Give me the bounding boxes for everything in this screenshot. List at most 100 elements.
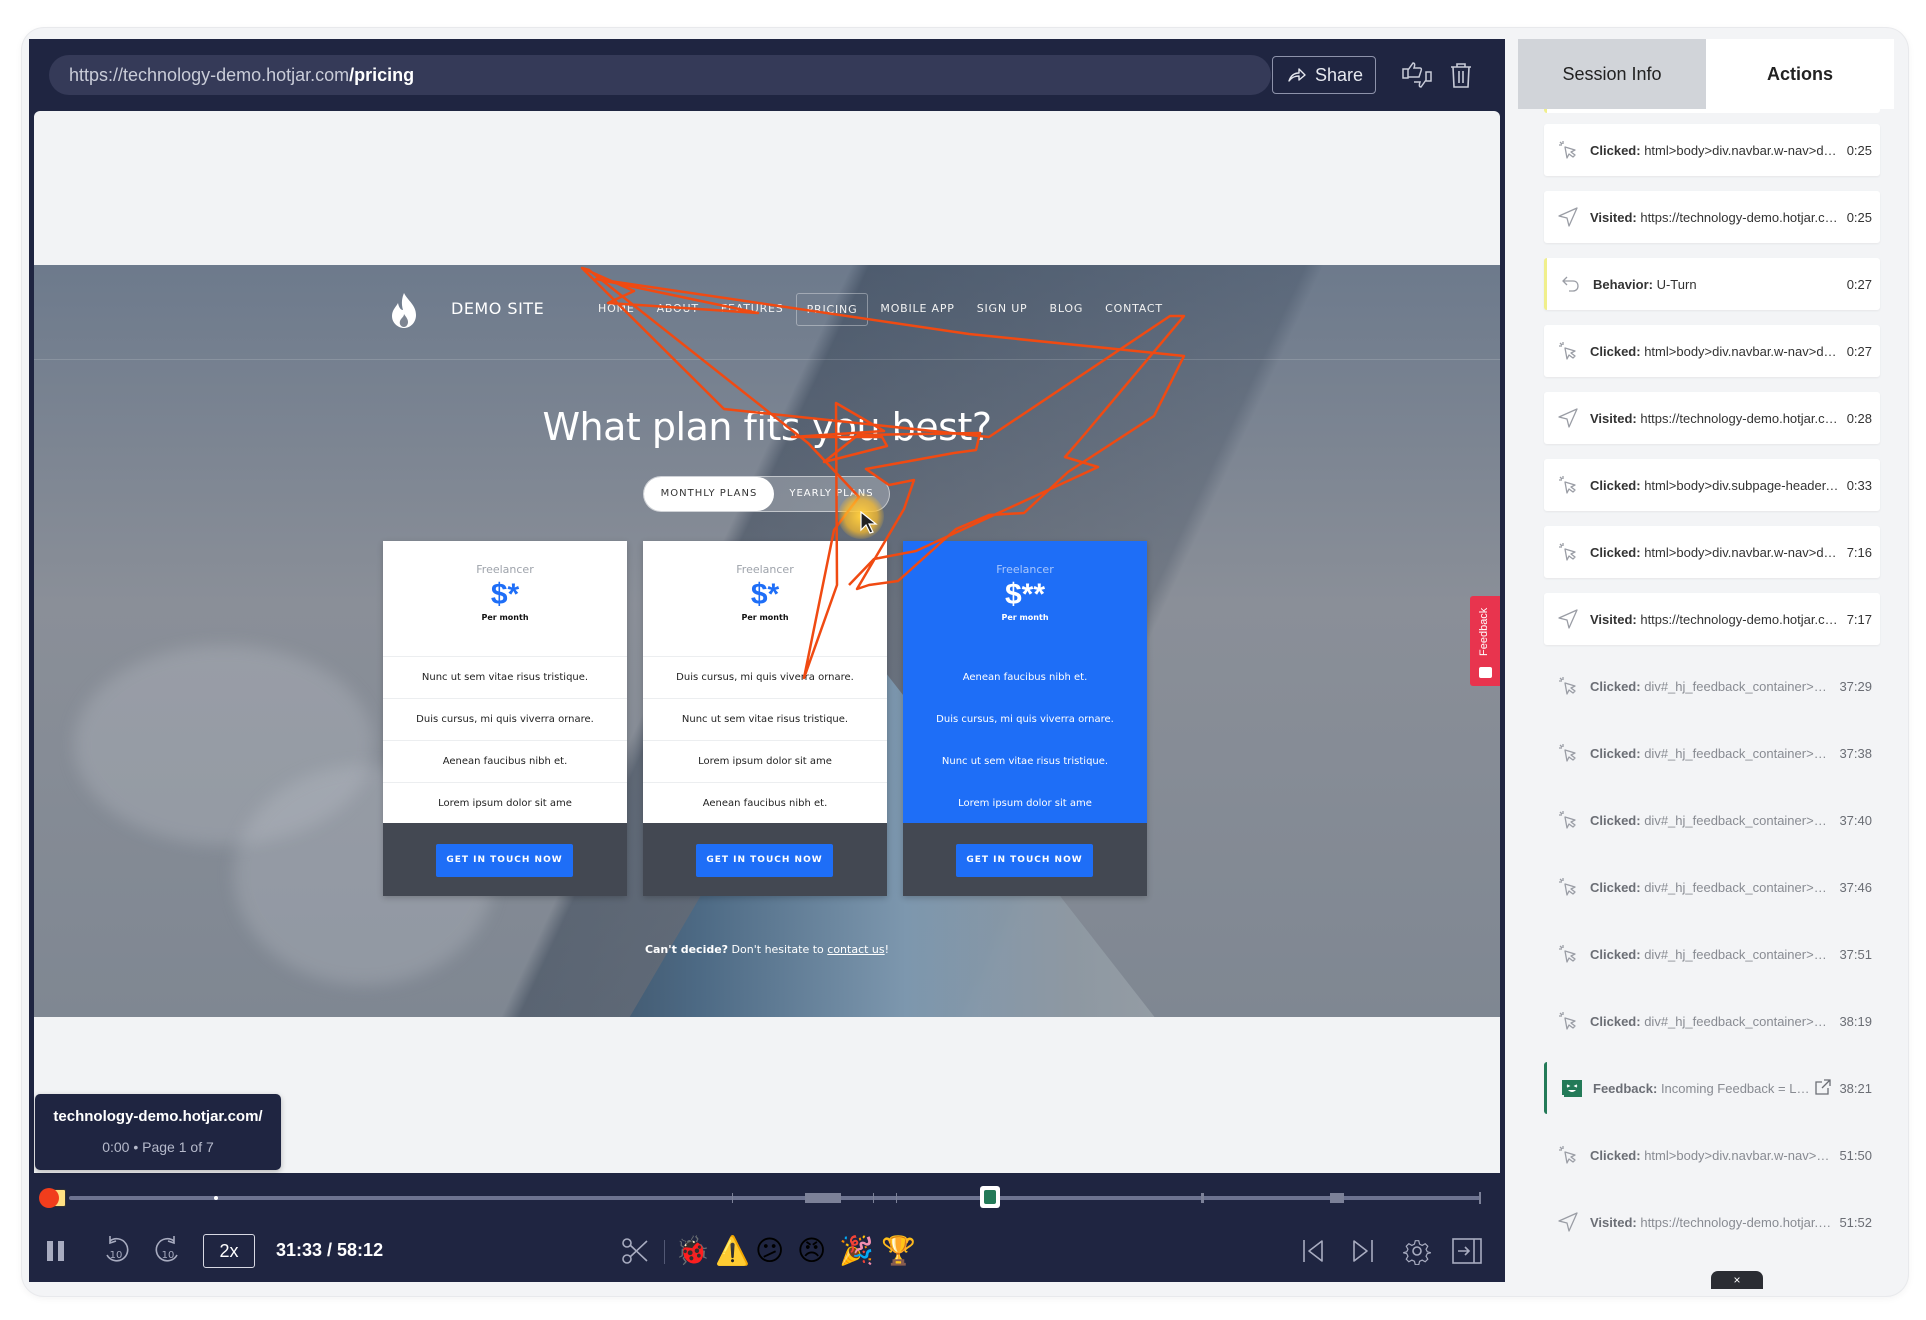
site-menu-sign-up[interactable]: SIGN UP xyxy=(967,293,1038,326)
timeline-event-tick[interactable] xyxy=(895,1193,897,1203)
reaction-warning-button[interactable]: ⚠️ xyxy=(715,1233,750,1269)
tab-session-info[interactable]: Session Info xyxy=(1518,39,1706,109)
reaction-angry-button[interactable]: 😠 xyxy=(797,1233,826,1269)
reaction-trophy-button[interactable]: 🏆 xyxy=(881,1233,916,1269)
previous-page-button[interactable] xyxy=(1297,1234,1331,1268)
playback-speed-button[interactable]: 2x xyxy=(203,1234,255,1268)
pause-button[interactable] xyxy=(41,1236,71,1266)
settings-button[interactable] xyxy=(1400,1234,1434,1268)
visit-icon-wrap xyxy=(1558,609,1584,629)
action-item-behavior[interactable]: Behavior: U-Turn 0:27 xyxy=(1544,258,1880,310)
action-text: Clicked: html>body>div.navbar.w-nav>div.… xyxy=(1584,1148,1831,1163)
action-detail: div#_hj_feedback_container>div... xyxy=(1644,879,1832,895)
action-item-click[interactable]: Clicked: div#_hj_feedback_container>div.… xyxy=(1544,660,1880,712)
action-label: Clicked: xyxy=(1590,1147,1641,1163)
delete-session-button[interactable] xyxy=(1443,57,1479,93)
site-menu-pricing[interactable]: PRICING xyxy=(795,293,869,326)
feedback-tab-label: Feedback xyxy=(1478,607,1490,656)
click-icon xyxy=(1559,543,1576,561)
action-item-feedback[interactable]: Feedback: Incoming Feedback = Love 38:21 xyxy=(1544,1062,1880,1114)
site-menu-home[interactable]: HOME xyxy=(588,293,645,326)
action-item-visit[interactable]: Visited: https://technology-demo.hotjar.… xyxy=(1544,593,1880,645)
pause-icon xyxy=(47,1241,64,1261)
action-time: 37:51 xyxy=(1839,946,1872,962)
clip-button[interactable] xyxy=(618,1234,652,1268)
playback-timeline[interactable] xyxy=(29,1174,1505,1224)
site-menu-contact[interactable]: CONTACT xyxy=(1095,293,1173,326)
timeline-scrubber-handle[interactable] xyxy=(39,1188,59,1208)
action-detail: html>body>div.subpage-header.s... xyxy=(1644,477,1839,493)
action-item-click[interactable]: Clicked: div#_hj_feedback_container>div.… xyxy=(1544,928,1880,980)
click-icon xyxy=(1559,744,1576,762)
action-label: Clicked: xyxy=(1590,745,1641,761)
action-item-visit[interactable]: Visited: https://technology-demo.hotjar.… xyxy=(1544,1196,1880,1248)
action-item-click[interactable]: Clicked: div#_hj_feedback_container>div.… xyxy=(1544,794,1880,846)
action-time: 38:21 xyxy=(1839,1080,1872,1096)
action-item-visit[interactable]: Visited: https://technology-demo.hotjar.… xyxy=(1544,191,1880,243)
tab-actions[interactable]: Actions xyxy=(1706,39,1894,109)
action-item-click[interactable]: Clicked: div#_hj_feedback_container>div.… xyxy=(1544,861,1880,913)
toggle-sidebar-button[interactable] xyxy=(1450,1234,1484,1268)
click-icon xyxy=(1559,878,1576,896)
external-link-icon[interactable] xyxy=(1815,1078,1832,1095)
action-item-click[interactable]: Clicked: html>body>div.subpage-header.s.… xyxy=(1544,459,1880,511)
reaction-confused-button[interactable]: 😕 xyxy=(755,1233,784,1269)
reaction-party-button[interactable]: 🎉 xyxy=(839,1233,874,1269)
next-page-button[interactable] xyxy=(1345,1234,1379,1268)
click-icon-wrap xyxy=(1558,743,1584,763)
click-icon xyxy=(1559,811,1576,829)
action-item-click[interactable]: Clicked: div#_hj_feedback_container>div.… xyxy=(1544,727,1880,779)
open-feedback-button[interactable] xyxy=(1815,1078,1832,1098)
site-menu-mobile-app[interactable]: MOBILE APP xyxy=(870,293,964,326)
collapse-handle[interactable]: × xyxy=(1711,1271,1763,1289)
thumbs-up-down-icon xyxy=(1402,62,1432,88)
click-icon-wrap xyxy=(1558,475,1584,495)
action-time: 0:33 xyxy=(1846,477,1872,493)
action-time: 51:50 xyxy=(1839,1147,1872,1163)
action-text: Visited: https://technology-demo.hotjar.… xyxy=(1584,1215,1831,1230)
site-menu-features[interactable]: FEATURES xyxy=(711,293,794,326)
action-label: Feedback: xyxy=(1593,1080,1658,1096)
site-menu-blog[interactable]: BLOG xyxy=(1039,293,1093,326)
plan-price: $** xyxy=(1004,578,1046,611)
rate-session-button[interactable] xyxy=(1399,57,1435,93)
timeline-event-tick[interactable] xyxy=(1201,1193,1205,1203)
contact-us-link[interactable]: contact us xyxy=(827,943,884,956)
timeline-end-tick[interactable] xyxy=(1478,1192,1481,1204)
reaction-bug-button[interactable]: 🐞 xyxy=(675,1233,710,1269)
action-item-click[interactable]: Clicked: html>body>div.navbar.w-nav>div.… xyxy=(1544,325,1880,377)
timeline-event-block[interactable] xyxy=(1329,1193,1344,1203)
pricing-title: What plan fits you best? xyxy=(542,405,992,449)
action-item-visit[interactable]: Visited: https://technology-demo.hotjar.… xyxy=(1544,392,1880,444)
navigate-icon xyxy=(1558,609,1578,629)
skip-forward-button[interactable]: 10 xyxy=(151,1234,185,1268)
action-label: Clicked: xyxy=(1590,678,1641,694)
navigate-icon xyxy=(1558,408,1578,428)
action-label: Clicked: xyxy=(1590,142,1641,158)
timeline-inactivity-block[interactable] xyxy=(805,1193,841,1203)
action-item-click[interactable]: Clicked: div#_hj_feedback_container>div.… xyxy=(1544,995,1880,1047)
plan-name: Freelancer xyxy=(736,563,794,576)
timeline-event-tick[interactable] xyxy=(873,1193,875,1203)
timeline-feedback-marker[interactable] xyxy=(980,1186,1000,1208)
action-item-click[interactable]: Clicked: html>body>div.navbar.w-nav>div.… xyxy=(1544,124,1880,176)
monthly-plans-option[interactable]: MONTHLY PLANS xyxy=(644,477,774,511)
action-label: Visited: xyxy=(1590,1214,1637,1230)
action-item-click[interactable]: Clicked: html>body>div.navbar.w-nav>div.… xyxy=(1544,1129,1880,1181)
action-label: Clicked: xyxy=(1590,477,1641,493)
timeline-page-marker[interactable] xyxy=(213,1196,218,1200)
get-in-touch-button[interactable]: GET IN TOUCH NOW xyxy=(696,844,833,877)
skip-back-button[interactable]: 10 xyxy=(99,1234,133,1268)
get-in-touch-button[interactable]: GET IN TOUCH NOW xyxy=(436,844,573,877)
controls-divider xyxy=(664,1240,665,1264)
timeline-track[interactable] xyxy=(69,1196,1481,1200)
timeline-event-tick[interactable] xyxy=(732,1193,734,1203)
action-item-click[interactable]: Clicked: html>body>div.navbar.w-nav>div.… xyxy=(1544,526,1880,578)
feedback-widget-tab[interactable]: Feedback xyxy=(1470,596,1500,686)
plan-feature: Duis cursus, mi quis viverra ornare. xyxy=(903,698,1147,740)
get-in-touch-button[interactable]: GET IN TOUCH NOW xyxy=(956,844,1093,877)
click-icon-wrap xyxy=(1558,676,1584,696)
share-button[interactable]: Share xyxy=(1272,56,1376,94)
behavior-icon-wrap xyxy=(1561,274,1587,294)
site-menu-about[interactable]: ABOUT xyxy=(647,293,709,326)
